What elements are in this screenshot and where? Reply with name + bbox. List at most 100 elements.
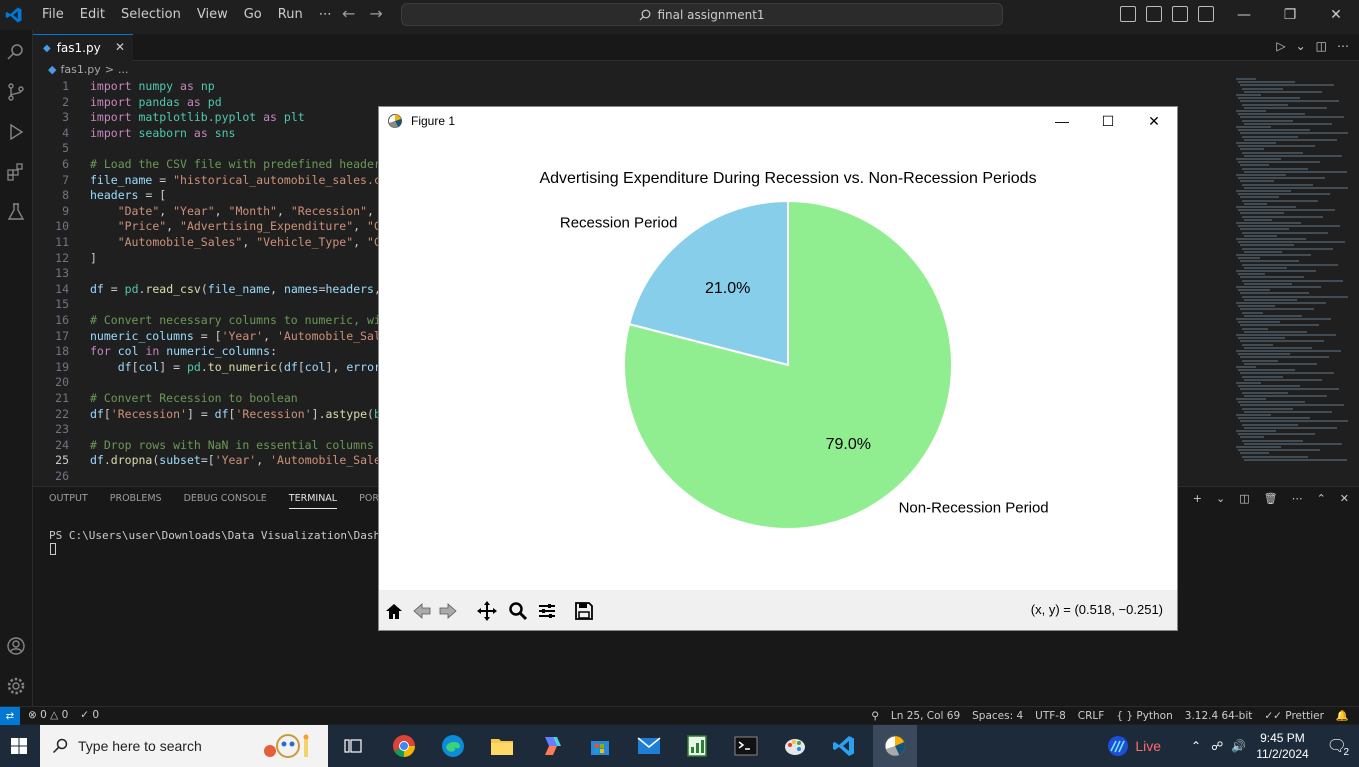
- more-icon[interactable]: ⋯: [1292, 492, 1303, 505]
- matplotlib-taskbar-icon[interactable]: [873, 725, 917, 767]
- testing-icon[interactable]: [4, 200, 28, 224]
- editor-scrollbar[interactable]: [1348, 78, 1359, 478]
- menu-view[interactable]: View: [189, 0, 236, 30]
- tab-fas1-py[interactable]: ◆ fas1.py ✕: [33, 34, 133, 61]
- close-icon[interactable]: ✕: [1313, 0, 1359, 30]
- account-icon[interactable]: [4, 634, 28, 658]
- pan-icon[interactable]: [476, 600, 498, 622]
- volume-icon[interactable]: 🔊: [1231, 739, 1246, 753]
- tab-terminal[interactable]: TERMINAL: [288, 493, 338, 509]
- vscode-logo-icon[interactable]: [2, 3, 26, 27]
- menu-selection[interactable]: Selection: [113, 0, 189, 30]
- run-python-file-icon[interactable]: ▷: [1276, 39, 1285, 53]
- code-line[interactable]: 1 import numpy as np: [33, 79, 1233, 95]
- mail-icon[interactable]: [633, 730, 665, 762]
- chrome-icon[interactable]: [388, 730, 420, 762]
- menu-edit[interactable]: Edit: [72, 0, 113, 30]
- minimap[interactable]: [1228, 78, 1352, 468]
- title-bar: File Edit Selection View Go Run ⋯ ← → fi…: [0, 0, 1359, 30]
- menu-go[interactable]: Go: [236, 0, 270, 30]
- terminal-app-icon[interactable]: [730, 730, 762, 762]
- zoom-status-icon[interactable]: ⚲: [871, 710, 879, 722]
- minimap-line: [1238, 321, 1280, 324]
- zoom-icon[interactable]: [507, 600, 529, 622]
- tab-problems[interactable]: PROBLEMS: [110, 493, 162, 509]
- task-view-icon[interactable]: [337, 730, 369, 762]
- explorer-icon[interactable]: [4, 40, 28, 64]
- figure-maximize-icon[interactable]: ☐: [1085, 107, 1131, 135]
- show-hidden-icons-chevron-icon[interactable]: ⌃: [1191, 739, 1201, 753]
- notifications-bell-icon[interactable]: 🔔: [1336, 709, 1349, 722]
- forward-arrow-icon[interactable]: →: [369, 4, 382, 23]
- window-controls: — ❐ ✕: [1221, 0, 1359, 30]
- tab-output[interactable]: OUTPUT: [49, 493, 88, 509]
- split-editor-icon[interactable]: ◫: [1316, 39, 1327, 53]
- windows-start-icon[interactable]: [0, 725, 38, 767]
- ports-status[interactable]: ✓ 0: [80, 709, 99, 721]
- breadcrumb-file[interactable]: fas1.py: [60, 63, 100, 76]
- back-arrow-icon[interactable]: ←: [342, 4, 355, 23]
- cursor-position[interactable]: Ln 25, Col 69: [891, 710, 960, 722]
- terminal-dropdown-icon[interactable]: ⌄: [1216, 492, 1225, 505]
- settings-gear-icon[interactable]: [4, 674, 28, 698]
- menu-file[interactable]: File: [34, 0, 72, 30]
- end-of-line[interactable]: CRLF: [1078, 710, 1105, 722]
- remote-indicator-icon[interactable]: ⇄: [0, 707, 20, 725]
- python-interpreter[interactable]: 3.12.4 64-bit: [1185, 710, 1253, 722]
- back-icon[interactable]: [411, 600, 433, 622]
- source-control-icon[interactable]: [4, 80, 28, 104]
- menu-run[interactable]: Run: [270, 0, 311, 30]
- taskbar-search[interactable]: Type here to search: [40, 725, 328, 767]
- code-text: # Drop rows with NaN in essential column…: [90, 438, 374, 454]
- line-number: 3: [62, 110, 69, 125]
- toggle-secondary-sidebar-icon[interactable]: [1172, 6, 1188, 22]
- figure-minimize-icon[interactable]: —: [1039, 107, 1085, 135]
- clock[interactable]: 9:45 PM 11/2/2024: [1256, 730, 1309, 762]
- copilot-icon[interactable]: [535, 730, 567, 762]
- configure-subplots-icon[interactable]: [536, 600, 558, 622]
- kill-terminal-icon[interactable]: 🗑: [1264, 492, 1278, 505]
- terminal-prompt[interactable]: PS C:\Users\user\Downloads\Data Visualiz…: [49, 529, 413, 542]
- more-actions-icon[interactable]: ⋯: [1337, 39, 1349, 53]
- windows-taskbar: Type here to search Live ⌃ ☍ 🔊 9:45 PM 1…: [0, 725, 1359, 767]
- notification-center-icon[interactable]: 🗨 2: [1327, 736, 1351, 758]
- toggle-panel-icon[interactable]: [1146, 6, 1162, 22]
- paint-icon[interactable]: [779, 730, 811, 762]
- language-mode[interactable]: { } Python: [1116, 710, 1172, 722]
- encoding[interactable]: UTF-8: [1035, 710, 1066, 722]
- minimize-icon[interactable]: —: [1221, 0, 1267, 30]
- breadcrumb-symbol[interactable]: ...: [118, 63, 129, 76]
- run-debug-icon[interactable]: [4, 120, 28, 144]
- vscode-taskbar-icon[interactable]: [828, 730, 860, 762]
- run-options-chevron-icon[interactable]: ⌄: [1296, 39, 1306, 53]
- edge-icon[interactable]: [437, 730, 469, 762]
- code-text: # Convert necessary columns to numeric, …: [90, 313, 395, 329]
- save-figure-icon[interactable]: [573, 600, 595, 622]
- command-center[interactable]: final assignment1: [401, 3, 1003, 26]
- prettier-status[interactable]: ✓✓ Prettier: [1264, 710, 1324, 722]
- minimap-line: [1236, 398, 1266, 400]
- sheets-app-icon[interactable]: [681, 730, 713, 762]
- extensions-icon[interactable]: [4, 160, 28, 184]
- toggle-primary-sidebar-icon[interactable]: [1120, 6, 1136, 22]
- forward-icon[interactable]: [437, 600, 459, 622]
- problems-status[interactable]: ⊗ 0 △ 0: [28, 709, 68, 721]
- split-terminal-icon[interactable]: ◫: [1239, 492, 1249, 505]
- menu-more[interactable]: ⋯: [311, 0, 340, 30]
- live-weather-icon[interactable]: Live: [1107, 735, 1161, 757]
- network-icon[interactable]: ☍: [1211, 739, 1223, 753]
- close-panel-icon[interactable]: ✕: [1340, 492, 1349, 505]
- figure-close-icon[interactable]: ✕: [1131, 107, 1177, 135]
- file-explorer-icon[interactable]: [486, 730, 518, 762]
- restore-icon[interactable]: ❐: [1267, 0, 1313, 30]
- maximize-panel-icon[interactable]: ⌃: [1317, 492, 1326, 505]
- indentation[interactable]: Spaces: 4: [972, 710, 1023, 722]
- microsoft-store-icon[interactable]: [584, 730, 616, 762]
- home-icon[interactable]: [383, 600, 405, 622]
- customize-layout-icon[interactable]: [1198, 6, 1214, 22]
- minimap-line: [1240, 228, 1289, 231]
- pie-chart[interactable]: Advertising Expenditure During Recession…: [379, 135, 1177, 590]
- new-terminal-icon[interactable]: +: [1193, 492, 1202, 505]
- tab-debug-console[interactable]: DEBUG CONSOLE: [184, 493, 267, 509]
- tab-close-icon[interactable]: ✕: [115, 40, 125, 54]
